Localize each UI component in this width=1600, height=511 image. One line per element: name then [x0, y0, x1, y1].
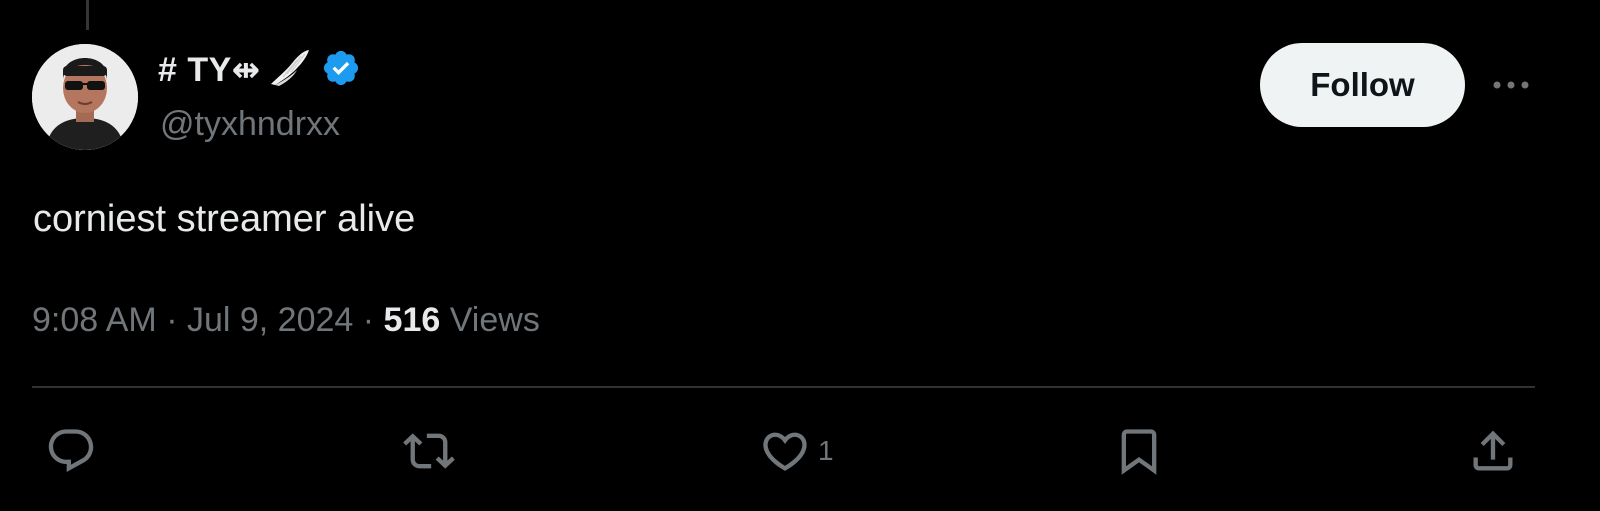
like-button[interactable]: 1 [758, 425, 834, 477]
retweet-icon [403, 433, 455, 469]
more-options-button[interactable] [1488, 70, 1534, 100]
avatar[interactable] [32, 44, 138, 150]
like-count: 1 [818, 435, 834, 466]
share-button[interactable] [1466, 425, 1520, 477]
views-label: Views [449, 301, 540, 339]
verified-badge-icon[interactable] [321, 48, 361, 93]
share-icon [1473, 430, 1513, 471]
display-name-text: # TY⇹ [158, 51, 261, 89]
tweet-text: corniest streamer alive [33, 198, 416, 240]
reply-button[interactable] [44, 425, 98, 477]
heart-icon [763, 432, 807, 471]
tweet-time[interactable]: 9:08 AM [32, 301, 157, 339]
reply-icon [48, 429, 94, 473]
bookmark-button[interactable] [1112, 425, 1166, 477]
more-horizontal-icon [1493, 81, 1529, 89]
follow-button[interactable]: Follow [1260, 43, 1465, 127]
tweet-date[interactable]: Jul 9, 2024 [187, 301, 353, 339]
bookmark-icon [1121, 429, 1157, 475]
divider [32, 386, 1535, 388]
avatar-image [32, 44, 138, 150]
tweet-meta: 9:08 AM · Jul 9, 2024 · 516 Views [32, 300, 540, 340]
meta-separator: · [156, 301, 187, 339]
meta-separator: · [353, 301, 384, 339]
retweet-button[interactable] [400, 425, 458, 477]
display-name[interactable]: # TY⇹ [158, 48, 361, 93]
views-count: 516 [383, 301, 441, 339]
wing-icon [267, 48, 311, 93]
thread-connector-line [86, 0, 89, 30]
user-handle[interactable]: @tyxhndrxx [160, 104, 340, 144]
